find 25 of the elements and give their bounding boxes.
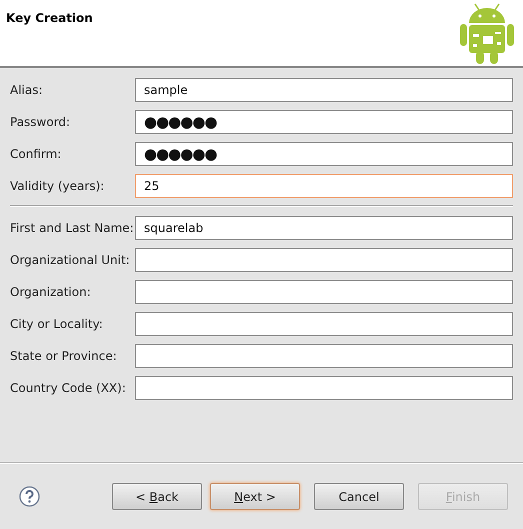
input-field[interactable] bbox=[135, 376, 513, 400]
wizard-button[interactable]: Cancel bbox=[314, 483, 404, 510]
password-field[interactable]: ●●●●●● bbox=[135, 110, 513, 134]
input-field[interactable] bbox=[135, 312, 513, 336]
window-title: Key Creation bbox=[6, 11, 93, 27]
help-icon[interactable] bbox=[19, 486, 40, 507]
input-field[interactable] bbox=[135, 344, 513, 368]
wizard-button[interactable]: < Back bbox=[112, 483, 202, 510]
field-label: Confirm: bbox=[10, 147, 62, 161]
input-field[interactable]: 25 bbox=[135, 174, 513, 198]
field-label: State or Province: bbox=[10, 349, 118, 363]
field-label: City or Locality: bbox=[10, 317, 104, 331]
input-field[interactable] bbox=[135, 280, 513, 304]
field-label: First and Last Name: bbox=[10, 221, 135, 235]
field-label: Password: bbox=[10, 115, 72, 129]
field-label: Organization: bbox=[10, 285, 92, 299]
password-field[interactable]: ●●●●●● bbox=[135, 142, 513, 166]
field-label: Country Code (XX): bbox=[10, 381, 127, 395]
input-field[interactable]: squarelab bbox=[135, 216, 513, 240]
input-field[interactable]: sample bbox=[135, 78, 513, 102]
field-label: Alias: bbox=[10, 83, 44, 97]
field-label: Validity (years): bbox=[10, 179, 106, 193]
wizard-button[interactable]: Next > bbox=[210, 483, 300, 510]
input-field[interactable] bbox=[135, 248, 513, 272]
field-label: Organizational Unit: bbox=[10, 253, 131, 267]
